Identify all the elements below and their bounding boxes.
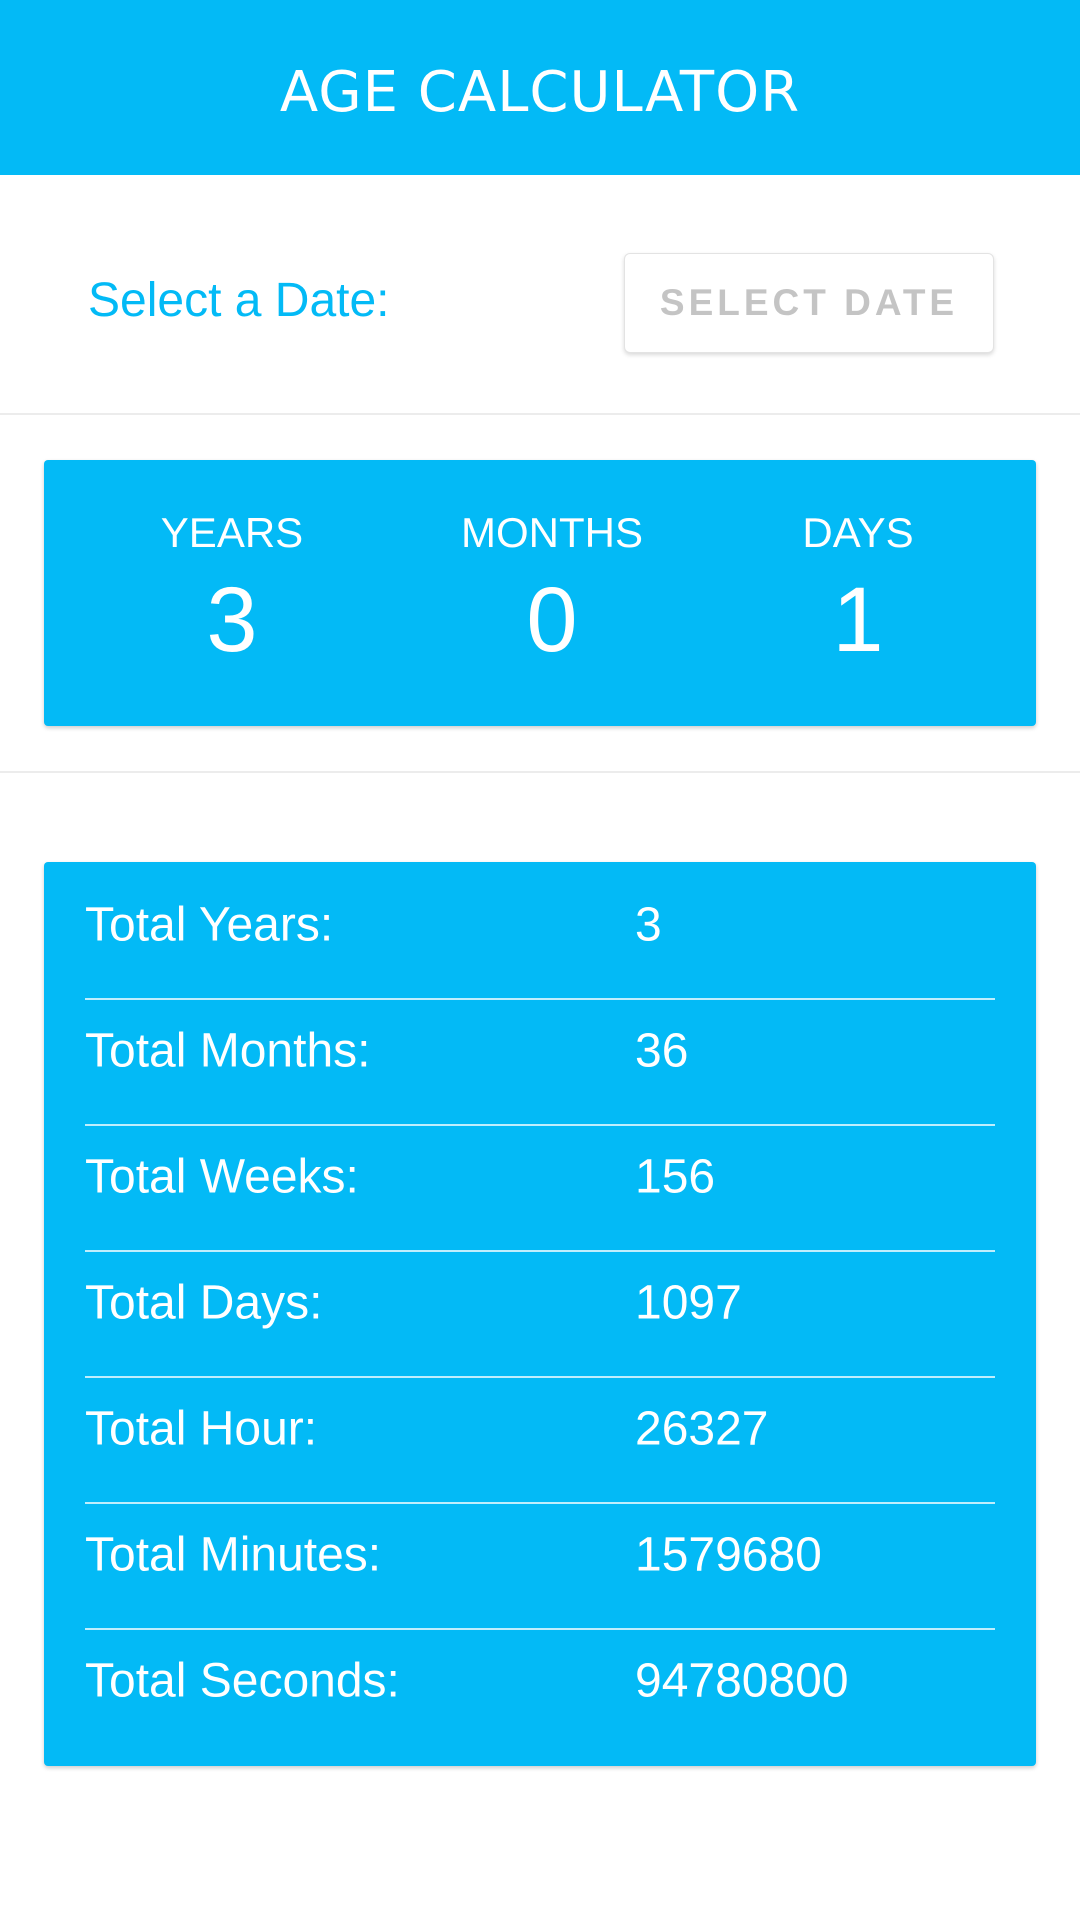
select-date-button[interactable]: SELECT DATE xyxy=(624,253,994,353)
years-column: YEARS 3 xyxy=(82,508,382,670)
total-months-value: 36 xyxy=(635,1024,689,1078)
date-picker-row: Select a Date: SELECT DATE xyxy=(0,175,1080,413)
select-date-label: Select a Date: xyxy=(88,274,390,327)
months-column: MONTHS 0 xyxy=(402,508,702,670)
total-minutes-label: Total Minutes: xyxy=(85,1528,382,1582)
total-years-label: Total Years: xyxy=(85,898,334,952)
months-value: 0 xyxy=(526,569,578,671)
totals-row-months: Total Months: 36 xyxy=(85,988,995,1114)
total-seconds-label: Total Seconds: xyxy=(85,1654,400,1708)
total-hours-value: 26327 xyxy=(635,1402,769,1456)
years-label: YEARS xyxy=(160,509,304,556)
totals-card: Total Years: 3 Total Months: 36 Total We… xyxy=(44,862,1036,1766)
total-hours-label: Total Hour: xyxy=(85,1402,318,1456)
total-weeks-value: 156 xyxy=(635,1150,716,1204)
totals-row-hours: Total Hour: 26327 xyxy=(85,1366,995,1492)
total-days-value: 1097 xyxy=(635,1276,742,1330)
total-months-label: Total Months: xyxy=(85,1024,371,1078)
total-weeks-label: Total Weeks: xyxy=(85,1150,359,1204)
days-label: DAYS xyxy=(802,509,914,556)
days-value: 1 xyxy=(832,569,884,671)
months-label: MONTHS xyxy=(461,509,643,556)
total-minutes-value: 1579680 xyxy=(635,1528,822,1582)
divider xyxy=(0,413,1080,415)
days-column: DAYS 1 xyxy=(708,508,1008,670)
totals-row-years: Total Years: 3 xyxy=(85,862,995,988)
age-summary-card: YEARS 3 MONTHS 0 DAYS 1 xyxy=(44,460,1036,726)
years-value: 3 xyxy=(206,569,258,671)
total-years-value: 3 xyxy=(635,898,662,952)
total-seconds-value: 94780800 xyxy=(635,1654,849,1708)
totals-row-minutes: Total Minutes: 1579680 xyxy=(85,1492,995,1618)
totals-row-seconds: Total Seconds: 94780800 xyxy=(85,1618,995,1744)
divider xyxy=(0,771,1080,773)
total-days-label: Total Days: xyxy=(85,1276,323,1330)
totals-row-weeks: Total Weeks: 156 xyxy=(85,1114,995,1240)
totals-row-days: Total Days: 1097 xyxy=(85,1240,995,1366)
app-title: AGE CALCULATOR xyxy=(279,60,801,125)
app-screen: AGE CALCULATOR Select a Date: SELECT DAT… xyxy=(0,0,1080,1920)
app-header: AGE CALCULATOR xyxy=(0,0,1080,175)
